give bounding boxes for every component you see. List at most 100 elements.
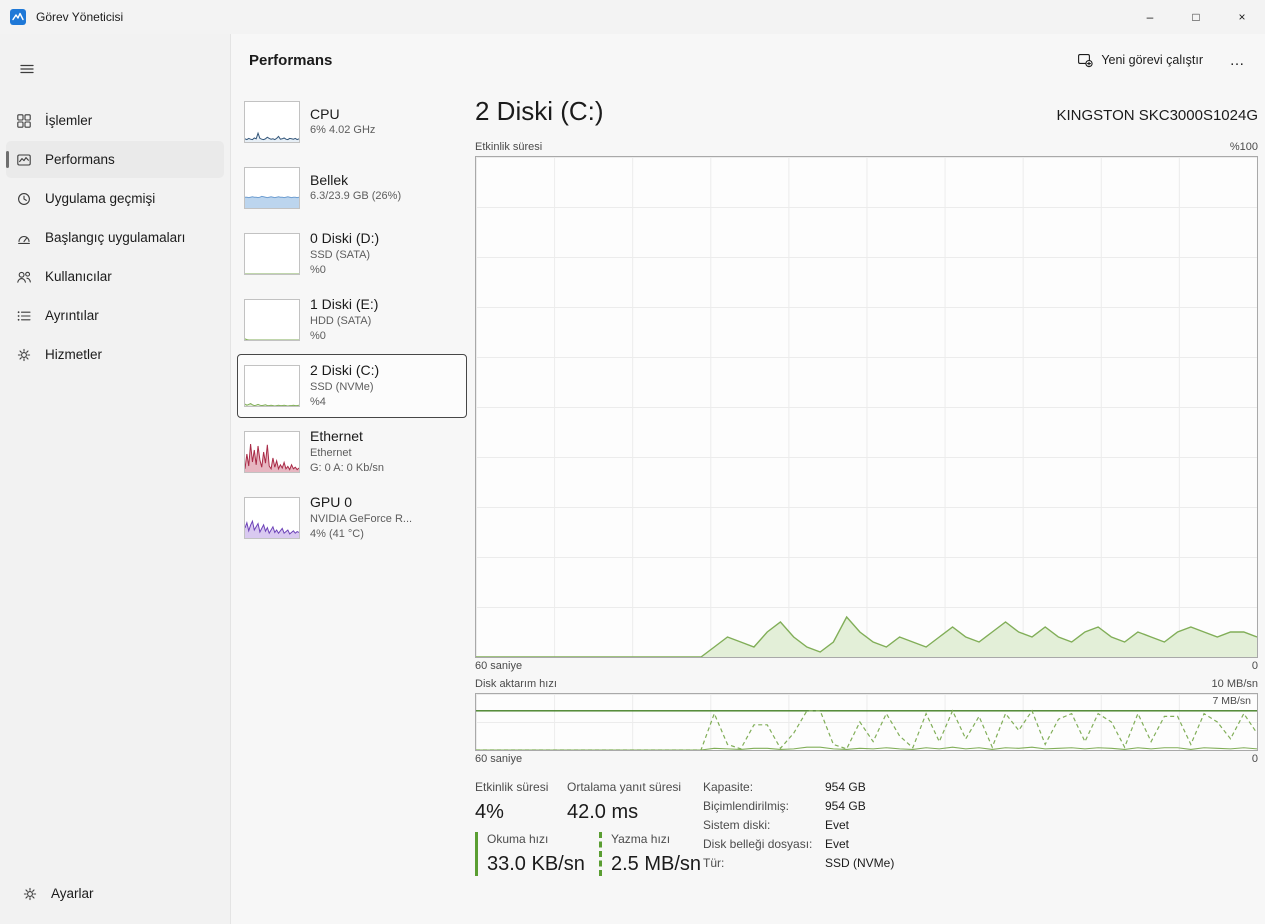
active-time-scale-label: %100 xyxy=(1229,141,1258,153)
device-subtext: SSD (NVMe) xyxy=(310,380,374,393)
stat-value: 33.0 KB/sn xyxy=(487,853,585,875)
sidebar-item-app-history[interactable]: Uygulama geçmişi xyxy=(6,180,224,217)
close-button[interactable]: × xyxy=(1219,0,1265,34)
sidebar-item-label: Performans xyxy=(45,152,115,167)
gpu-mini-chart xyxy=(244,497,300,539)
device-subtext: %0 xyxy=(310,263,326,276)
run-new-task-button[interactable]: Yeni görevi çalıştır xyxy=(1067,45,1213,75)
kv-value: SSD (NVMe) xyxy=(825,856,895,870)
kv-row: Tür: SSD (NVMe) xyxy=(703,856,894,870)
device-item-disk-e[interactable]: 1 Diski (E:) HDD (SATA) %0 xyxy=(237,288,467,352)
sidebar-item-processes[interactable]: İşlemler xyxy=(6,102,224,139)
device-subtext: HDD (SATA) xyxy=(310,314,372,327)
active-time-chart xyxy=(475,156,1258,658)
device-item-cpu[interactable]: CPU 6% 4.02 GHz xyxy=(237,90,467,154)
disk-e-mini-chart xyxy=(244,299,300,341)
stat-value: 2.5 MB/sn xyxy=(611,853,702,875)
processes-icon xyxy=(15,112,33,130)
navigation-menu-button[interactable] xyxy=(8,52,46,86)
device-item-ethernet[interactable]: Ethernet Ethernet G: 0 A: 0 Kb/sn xyxy=(237,420,467,484)
device-item-disk-d[interactable]: 0 Diski (D:) SSD (SATA) %0 xyxy=(237,222,467,286)
sidebar-item-services[interactable]: Hizmetler xyxy=(6,336,224,373)
memory-mini-chart xyxy=(244,167,300,209)
hamburger-icon xyxy=(20,64,34,74)
sidebar-item-performance[interactable]: Performans xyxy=(6,141,224,178)
settings-gear-icon xyxy=(21,885,39,903)
kv-key: Disk belleği dosyası: xyxy=(703,837,813,851)
active-time-x-left: 60 saniye xyxy=(475,660,523,672)
disk-c-mini-chart xyxy=(244,365,300,407)
stat-label: Ortalama yanıt süresi xyxy=(567,780,682,794)
cpu-mini-chart xyxy=(244,101,300,143)
device-name: 2 Diski (C:) xyxy=(310,362,380,379)
transfer-rate-chart-svg xyxy=(476,694,1257,750)
minimize-button[interactable]: – xyxy=(1127,0,1173,34)
titlebar: Görev Yöneticisi – □ × xyxy=(0,0,1265,34)
sidebar-item-label: Ayrıntılar xyxy=(45,308,99,323)
sidebar: İşlemler Performans Uygulama geçmişi Baş… xyxy=(0,34,230,924)
device-item-memory[interactable]: Bellek 6.3/23.9 GB (26%) xyxy=(237,156,467,220)
sidebar-item-label: Ayarlar xyxy=(51,886,94,901)
main-panel: Performans Yeni görevi çalıştır … CPU 6%… xyxy=(230,34,1265,924)
window-title: Görev Yöneticisi xyxy=(36,10,124,24)
window-controls: – □ × xyxy=(1127,0,1265,34)
run-new-task-icon xyxy=(1078,54,1093,68)
transfer-rate-chart: 7 MB/sn xyxy=(475,693,1258,751)
kv-key: Tür: xyxy=(703,856,725,870)
startup-apps-icon xyxy=(15,229,33,247)
device-subtext: 6% 4.02 GHz xyxy=(310,124,376,137)
page-title: Performans xyxy=(249,51,333,69)
device-subtext: 6.3/23.9 GB (26%) xyxy=(310,190,402,203)
services-icon xyxy=(15,346,33,364)
disk-stats: Etkinlik süresi 4% Ortalama yanıt süresi… xyxy=(475,780,1258,924)
task-manager-app-icon xyxy=(10,9,26,25)
device-item-disk-c[interactable]: 2 Diski (C:) SSD (NVMe) %4 xyxy=(237,354,467,418)
sidebar-item-settings[interactable]: Ayarlar xyxy=(12,875,218,912)
transfer-rate-scale-label: 10 MB/sn xyxy=(1211,678,1258,690)
kv-value: Evet xyxy=(825,818,850,832)
sidebar-item-startup-apps[interactable]: Başlangıç uygulamaları xyxy=(6,219,224,256)
details-icon xyxy=(15,307,33,325)
maximize-button[interactable]: □ xyxy=(1173,0,1219,34)
stat-response-time: Ortalama yanıt süresi 42.0 ms xyxy=(567,780,681,824)
device-name: 0 Diski (D:) xyxy=(310,230,380,247)
page-header: Performans Yeni görevi çalıştır … xyxy=(231,34,1265,86)
kv-key: Kapasite: xyxy=(703,780,754,794)
ethernet-mini-chart xyxy=(244,431,300,473)
stat-label: Okuma hızı xyxy=(487,832,549,846)
stat-label: Etkinlik süresi xyxy=(475,780,549,794)
sidebar-item-label: Uygulama geçmişi xyxy=(45,191,156,206)
more-options-button[interactable]: … xyxy=(1221,45,1253,75)
device-name: 1 Diski (E:) xyxy=(310,296,379,313)
sidebar-item-label: Kullanıcılar xyxy=(45,269,112,284)
kv-value: Evet xyxy=(825,837,850,851)
run-new-task-label: Yeni görevi çalıştır xyxy=(1101,53,1203,67)
sidebar-item-label: Başlangıç uygulamaları xyxy=(45,230,186,245)
device-subtext: NVIDIA GeForce R... xyxy=(310,512,413,525)
kv-row: Disk belleği dosyası: Evet xyxy=(703,837,894,851)
detail-title: 2 Diski (C:) xyxy=(475,96,604,126)
sidebar-item-details[interactable]: Ayrıntılar xyxy=(6,297,224,334)
sidebar-item-users[interactable]: Kullanıcılar xyxy=(6,258,224,295)
device-subtext: SSD (SATA) xyxy=(310,248,371,261)
kv-key: Sistem diski: xyxy=(703,818,771,832)
transfer-rate-x-right: 0 xyxy=(1251,753,1258,765)
device-name: CPU xyxy=(310,105,340,122)
device-subtext: G: 0 A: 0 Kb/sn xyxy=(310,461,384,474)
active-time-x-right: 0 xyxy=(1251,660,1258,672)
kv-key: Biçimlendirilmiş: xyxy=(703,799,790,813)
device-item-gpu[interactable]: GPU 0 NVIDIA GeForce R... 4% (41 °C) xyxy=(237,486,467,550)
transfer-rate-x-left: 60 saniye xyxy=(475,753,523,765)
kv-row: Kapasite: 954 GB xyxy=(703,780,894,794)
kv-value: 954 GB xyxy=(825,799,866,813)
disk-properties: Kapasite: 954 GB Biçimlendirilmiş: 954 G… xyxy=(703,780,894,875)
device-name: GPU 0 xyxy=(310,494,353,511)
app-history-icon xyxy=(15,190,33,208)
active-time-chart-svg xyxy=(476,157,1257,657)
device-subtext: 4% (41 °C) xyxy=(310,527,364,540)
kv-row: Biçimlendirilmiş: 954 GB xyxy=(703,799,894,813)
kv-row: Sistem diski: Evet xyxy=(703,818,894,832)
device-subtext: Ethernet xyxy=(310,446,352,459)
disk-d-mini-chart xyxy=(244,233,300,275)
sidebar-item-label: İşlemler xyxy=(45,113,93,128)
